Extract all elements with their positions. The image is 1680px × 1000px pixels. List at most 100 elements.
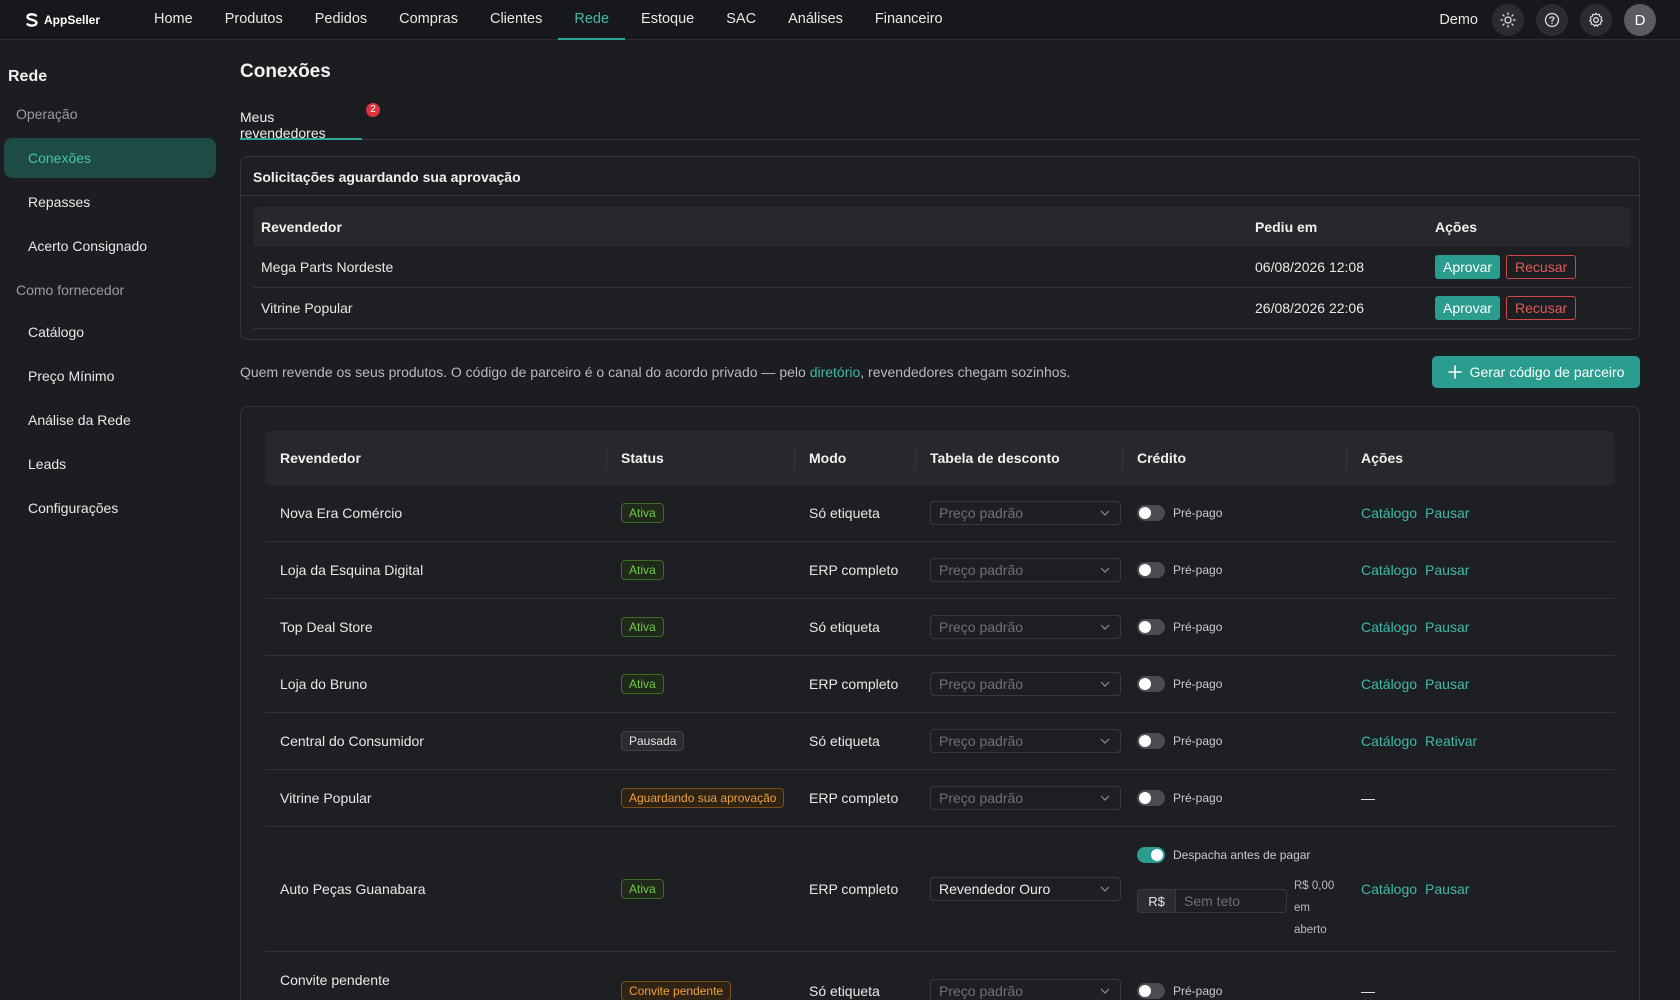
credit-toggle[interactable] <box>1137 983 1165 999</box>
pause-link[interactable]: Pausar <box>1425 505 1469 521</box>
nav-clientes[interactable]: Clientes <box>474 0 558 40</box>
sidebar-section-fornecedor: Como fornecedor <box>16 282 125 298</box>
directory-link[interactable]: diretório <box>810 364 861 380</box>
credit-toggle[interactable] <box>1137 847 1165 863</box>
discount-table-select[interactable]: Preço padrão <box>930 672 1121 696</box>
nav-home[interactable]: Home <box>138 0 209 40</box>
col-header-mode: Modo <box>809 450 847 466</box>
discount-table-select[interactable]: Preço padrão <box>930 501 1121 525</box>
sidebar-item-catalogo[interactable]: Catálogo <box>4 312 216 352</box>
reseller-name: Convite pendente <box>280 972 390 988</box>
nav-compras[interactable]: Compras <box>383 0 474 40</box>
request-date: 26/08/2026 22:06 <box>1255 300 1364 316</box>
refuse-button[interactable]: Recusar <box>1506 296 1577 320</box>
discount-select-value: Preço padrão <box>939 733 1024 749</box>
status-badge: Ativa <box>621 674 664 694</box>
credit-toggle[interactable] <box>1137 790 1165 806</box>
requests-table-header: Revendedor Pediu em Ações <box>253 207 1631 247</box>
top-navbar: AppSeller Home Produtos Pedidos Compras … <box>0 0 1680 40</box>
catalog-link[interactable]: Catálogo <box>1361 676 1417 692</box>
table-row: Vitrine Popular Aguardando sua aprovação… <box>265 770 1615 827</box>
credit-label: Pré-pago <box>1173 791 1223 805</box>
theme-toggle-button[interactable] <box>1492 4 1524 36</box>
discount-table-select[interactable]: Preço padrão <box>930 729 1121 753</box>
sidebar-item-preco-minimo[interactable]: Preço Mínimo <box>4 356 216 396</box>
table-row: Auto Peças Guanabara Ativa ERP completo … <box>265 827 1615 952</box>
chevron-down-icon <box>1100 624 1110 630</box>
nav-produtos[interactable]: Produtos <box>209 0 299 40</box>
col-header-actions: Ações <box>1361 450 1404 466</box>
nav-rede[interactable]: Rede <box>558 0 626 40</box>
credit-toggle[interactable] <box>1137 505 1165 521</box>
reseller-name: Top Deal Store <box>280 619 373 635</box>
catalog-link[interactable]: Catálogo <box>1361 881 1417 897</box>
discount-table-select[interactable]: Preço padrão <box>930 979 1121 1000</box>
pause-link[interactable]: Pausar <box>1425 562 1469 578</box>
mode-text: ERP completo <box>809 562 899 578</box>
reactivate-link[interactable]: Reativar <box>1425 733 1477 749</box>
chevron-down-icon <box>1100 738 1110 744</box>
sun-icon <box>1500 12 1516 28</box>
app-logo[interactable]: AppSeller <box>24 12 138 28</box>
chevron-down-icon <box>1100 510 1110 516</box>
discount-table-select[interactable]: Preço padrão <box>930 558 1121 582</box>
credit-limit-input[interactable]: R$ Sem teto <box>1137 889 1287 913</box>
user-name[interactable]: Demo <box>1439 12 1478 28</box>
nav-analises[interactable]: Análises <box>772 0 859 40</box>
col-header-discount: Tabela de desconto <box>930 450 1060 466</box>
nav-estoque[interactable]: Estoque <box>625 0 710 40</box>
credit-toggle[interactable] <box>1137 562 1165 578</box>
sidebar-item-acerto-consignado[interactable]: Acerto Consignado <box>4 226 216 266</box>
help-button[interactable] <box>1536 4 1568 36</box>
tab-meus-revendedores[interactable]: Meus revendedores <box>240 100 362 141</box>
credit-limit-field[interactable]: Sem teto <box>1176 890 1286 912</box>
discount-table-select[interactable]: Preço padrão <box>930 615 1121 639</box>
discount-table-select[interactable]: Revendedor Ouro <box>930 877 1121 901</box>
table-row: Top Deal Store Ativa Só etiqueta Preço p… <box>265 599 1615 656</box>
mode-text: Só etiqueta <box>809 983 880 999</box>
sidebar: Rede Operação Conexões Repasses Acerto C… <box>0 40 224 1000</box>
settings-button[interactable] <box>1580 4 1612 36</box>
refuse-button[interactable]: Recusar <box>1506 255 1577 279</box>
approve-button[interactable]: Aprovar <box>1435 296 1501 320</box>
credit-label: Pré-pago <box>1173 620 1223 634</box>
nav-pedidos[interactable]: Pedidos <box>299 0 383 40</box>
sidebar-item-analise-rede[interactable]: Análise da Rede <box>4 400 216 440</box>
credit-label: Despacha antes de pagar <box>1173 848 1311 862</box>
catalog-link[interactable]: Catálogo <box>1361 733 1417 749</box>
credit-toggle[interactable] <box>1137 676 1165 692</box>
sidebar-item-repasses[interactable]: Repasses <box>4 182 216 222</box>
approve-button[interactable]: Aprovar <box>1435 255 1501 279</box>
sidebar-item-leads[interactable]: Leads <box>4 444 216 484</box>
col-header-reseller: Revendedor <box>280 450 361 466</box>
pause-link[interactable]: Pausar <box>1425 881 1469 897</box>
nav-financeiro[interactable]: Financeiro <box>859 0 959 40</box>
credit-label: Pré-pago <box>1173 984 1223 998</box>
status-badge: Ativa <box>621 617 664 637</box>
sidebar-item-conexoes[interactable]: Conexões <box>4 138 216 178</box>
table-row: Loja do Bruno Ativa ERP completo Preço p… <box>265 656 1615 713</box>
status-badge: Ativa <box>621 560 664 580</box>
column-separator <box>1346 445 1347 471</box>
generate-partner-code-button[interactable]: Gerar código de parceiro <box>1432 356 1640 388</box>
sidebar-item-configuracoes[interactable]: Configurações <box>4 488 216 528</box>
catalog-link[interactable]: Catálogo <box>1361 562 1417 578</box>
discount-table-select[interactable]: Preço padrão <box>930 786 1121 810</box>
generate-partner-code-label: Gerar código de parceiro <box>1469 364 1625 380</box>
table-row: Convite pendente Convite pendente Só eti… <box>265 952 1615 1000</box>
reseller-name: Nova Era Comércio <box>280 505 403 521</box>
credit-toggle[interactable] <box>1137 733 1165 749</box>
catalog-link[interactable]: Catálogo <box>1361 619 1417 635</box>
chevron-down-icon <box>1100 795 1110 801</box>
pause-link[interactable]: Pausar <box>1425 676 1469 692</box>
page-title: Conexões <box>240 61 331 82</box>
credit-toggle[interactable] <box>1137 619 1165 635</box>
mode-text: Só etiqueta <box>809 505 880 521</box>
catalog-link[interactable]: Catálogo <box>1361 505 1417 521</box>
discount-select-value: Preço padrão <box>939 790 1024 806</box>
pause-link[interactable]: Pausar <box>1425 619 1469 635</box>
column-separator <box>915 445 916 471</box>
nav-sac[interactable]: SAC <box>710 0 772 40</box>
tab-count-badge: 2 <box>366 103 380 117</box>
user-avatar[interactable]: D <box>1624 4 1656 36</box>
